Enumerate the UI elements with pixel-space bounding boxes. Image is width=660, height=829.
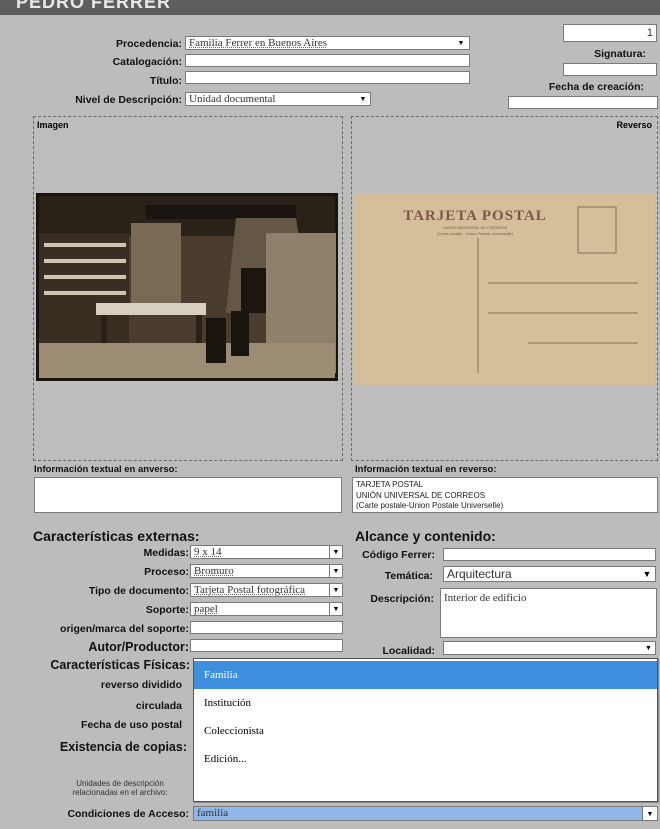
- titulo-label: Título:: [149, 75, 182, 87]
- back-text-line: TARJETA POSTAL: [356, 480, 424, 489]
- codigo-label: Código Ferrer:: [362, 549, 435, 561]
- origen-input[interactable]: [190, 621, 343, 634]
- front-text-area[interactable]: [34, 477, 342, 513]
- fecha-uso-label: Fecha de uso postal: [81, 719, 182, 731]
- chevron-down-icon[interactable]: ▼: [639, 567, 655, 581]
- number-input[interactable]: 1: [563, 24, 657, 42]
- chevron-down-icon[interactable]: ▼: [642, 642, 655, 654]
- autor-label: Autor/Productor:: [88, 640, 189, 654]
- fecha-creacion-label: Fecha de creación:: [548, 81, 644, 93]
- nivel-select[interactable]: Unidad documental ▼: [185, 92, 371, 106]
- catalogacion-input[interactable]: [185, 54, 470, 67]
- chevron-down-icon[interactable]: ▼: [329, 584, 342, 596]
- descripcion-label: Descripción:: [370, 593, 434, 605]
- popup-option-coleccionista[interactable]: Coleccionista: [194, 717, 657, 745]
- catalogacion-label: Catalogación:: [112, 56, 182, 68]
- tipo-doc-select[interactable]: Tarjeta Postal fotográfica ▼: [190, 583, 343, 597]
- front-text-label: Información textual en anverso:: [34, 464, 178, 475]
- reverso-label: reverso dividido: [100, 679, 182, 691]
- popup-option-familia[interactable]: Familia: [194, 661, 657, 689]
- externas-heading: Características externas:: [33, 528, 200, 544]
- proceso-select[interactable]: Bromuro ▼: [190, 564, 343, 578]
- front-photo: [36, 193, 338, 381]
- titulo-input[interactable]: [185, 71, 470, 84]
- condiciones-label: Condiciones de Acceso:: [67, 808, 189, 820]
- back-text-area[interactable]: TARJETA POSTAL UNIÓN UNIVERSAL DE CORREO…: [352, 477, 658, 513]
- chevron-down-icon[interactable]: ▼: [329, 565, 342, 577]
- procedencia-value: Familia Ferrer en Buenos Aires: [189, 37, 328, 49]
- condiciones-value: familia: [197, 807, 229, 819]
- front-image-caption: Imagen: [37, 120, 69, 130]
- soporte-label: Soporte:: [145, 604, 189, 616]
- back-image-caption: Reverso: [616, 120, 652, 130]
- chevron-down-icon[interactable]: ▼: [329, 603, 342, 615]
- circulada-label: circulada: [135, 700, 182, 712]
- popup-option-institucion[interactable]: Institución: [194, 689, 657, 717]
- proceso-value: Bromuro: [194, 565, 234, 577]
- localidad-select[interactable]: ▼: [443, 641, 656, 655]
- tipo-doc-label: Tipo de documento:: [88, 585, 189, 597]
- chevron-down-icon[interactable]: ▼: [642, 807, 657, 820]
- proceso-label: Proceso:: [144, 566, 189, 578]
- unidades-line2: relacionadas en el archivo:: [72, 788, 168, 797]
- dropdown-popup: Familia Institución Coleccionista Edició…: [193, 658, 658, 802]
- signatura-input[interactable]: [563, 63, 657, 76]
- postcard-line2: (Carte postale - Union Postale Universel…: [437, 231, 513, 236]
- medidas-value: 9 x 14: [194, 546, 222, 558]
- origen-label: origen/marca del soporte:: [60, 623, 189, 635]
- codigo-input[interactable]: [443, 548, 656, 561]
- nivel-label: Nivel de Descripción:: [75, 94, 182, 106]
- postcard-line1: UNION UNIVERSAL DE CORREOS: [442, 225, 508, 230]
- medidas-select[interactable]: 9 x 14 ▼: [190, 545, 343, 559]
- soporte-select[interactable]: papel ▼: [190, 602, 343, 616]
- postcard-title: TARJETA POSTAL: [403, 208, 547, 224]
- signatura-label: Signatura:: [594, 48, 646, 60]
- procedencia-select[interactable]: Familia Ferrer en Buenos Aires ▼: [185, 36, 470, 50]
- back-text-line: UNIÓN UNIVERSAL DE CORREOS: [356, 490, 486, 500]
- autor-input[interactable]: [190, 639, 343, 652]
- unidades-label: Unidades de descripción relacionadas en …: [55, 779, 185, 797]
- back-text-label: Información textual en reverso:: [355, 464, 497, 475]
- popup-option-edicion[interactable]: Edición...: [194, 745, 657, 773]
- chevron-down-icon[interactable]: ▼: [453, 37, 469, 49]
- copias-label: Existencia de copias:: [59, 740, 187, 754]
- header-bar: PEDRO FERRER: [0, 0, 660, 15]
- chevron-down-icon[interactable]: ▼: [356, 93, 370, 105]
- fisicas-label: Características Físicas:: [50, 658, 190, 672]
- chevron-down-icon[interactable]: ▼: [329, 546, 342, 558]
- localidad-label: Localidad:: [382, 645, 435, 657]
- descripcion-textarea[interactable]: Interior de edificio: [440, 588, 657, 638]
- tematica-value: Arquitectura: [447, 567, 512, 581]
- tematica-label: Temática:: [384, 570, 433, 582]
- alcance-heading: Alcance y contenido:: [355, 528, 496, 544]
- tipo-doc-value: Tarjeta Postal fotográfica: [194, 584, 306, 596]
- nivel-value: Unidad documental: [189, 93, 276, 105]
- back-text-line: (Carte postale-Union Postale Universelle…: [356, 501, 504, 510]
- page-title: PEDRO FERRER: [16, 0, 172, 12]
- unidades-line1: Unidades de descripción: [76, 779, 164, 788]
- procedencia-label: Procedencia:: [116, 38, 182, 50]
- fecha-creacion-input[interactable]: [508, 96, 658, 109]
- soporte-value: papel: [194, 603, 218, 615]
- medidas-label: Medidas:: [143, 547, 189, 559]
- condiciones-select[interactable]: familia ▼: [193, 806, 658, 821]
- tematica-select[interactable]: Arquitectura ▼: [443, 566, 656, 582]
